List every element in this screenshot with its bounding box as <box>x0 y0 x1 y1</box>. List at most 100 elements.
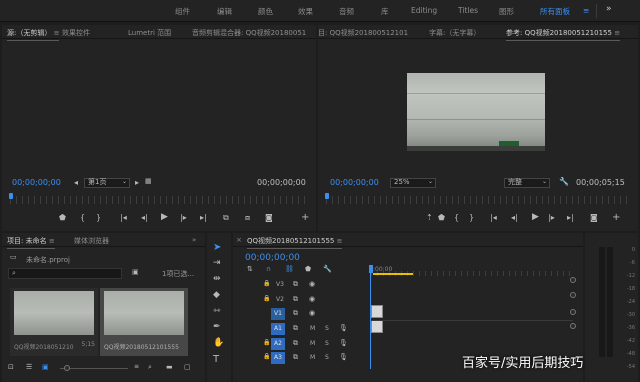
track-label-v3[interactable]: V3 <box>276 281 284 288</box>
mark-in-icon[interactable]: { <box>80 214 85 222</box>
type-tool-icon[interactable]: T <box>213 355 219 365</box>
source-timecode-current[interactable]: 00;00;00;00 <box>12 178 61 187</box>
sync-lock-icon[interactable]: ⧉ <box>293 310 298 317</box>
quality-select[interactable]: 完整 ⌄ <box>504 178 550 188</box>
workspace-effects[interactable]: 效果 <box>298 6 313 17</box>
sync-lock-icon[interactable]: ⧉ <box>293 340 298 347</box>
pen-tool-icon[interactable]: ✒ <box>213 323 221 332</box>
program-timecode-current[interactable]: 00;00;00;00 <box>330 178 379 187</box>
workspace-overflow-icon[interactable]: » <box>606 4 612 14</box>
insert-icon[interactable]: ⧉ <box>223 214 229 222</box>
razor-tool-icon[interactable]: ◆ <box>213 291 220 300</box>
eye-icon[interactable]: ◉ <box>309 281 315 288</box>
next-page-icon[interactable]: ▸ <box>135 179 139 187</box>
project-tabs-overflow-icon[interactable]: » <box>192 236 196 244</box>
track-label-a2[interactable]: A2 <box>271 338 285 350</box>
mute-button[interactable]: M <box>310 354 315 361</box>
zoom-slider[interactable] <box>60 368 128 369</box>
search-icon[interactable]: ⌕ <box>148 364 152 371</box>
add-marker-icon[interactable]: ⬟ <box>59 214 66 222</box>
go-to-in-icon[interactable]: |◂ <box>490 214 497 222</box>
source-patch-a1[interactable]: A1 <box>271 323 285 335</box>
tab-program[interactable]: 目: QQ视频20180051210155 <box>318 28 408 38</box>
new-item-icon[interactable]: ▢ <box>184 364 191 371</box>
solo-button[interactable]: S <box>325 340 329 347</box>
track-label-v2[interactable]: V2 <box>276 296 284 303</box>
sync-lock-icon[interactable]: ⧉ <box>293 281 298 288</box>
lock-icon[interactable]: 🔒 <box>263 354 270 360</box>
selection-tool-icon[interactable]: ➤ <box>213 243 221 253</box>
lock-icon[interactable]: 🔒 <box>263 296 270 302</box>
add-marker-icon[interactable]: ⬟ <box>438 214 445 222</box>
zoom-slider-handle[interactable] <box>64 365 70 371</box>
step-forward-icon[interactable]: |▸ <box>180 214 187 222</box>
sync-lock-icon[interactable]: ⧉ <box>293 296 298 303</box>
timeline-audio-clip[interactable] <box>371 320 383 333</box>
workspace-color[interactable]: 颜色 <box>258 6 273 17</box>
microphone-icon[interactable]: 🎙 <box>339 325 348 332</box>
project-clip-1[interactable]: QQ视频20180512101... 5;15 <box>10 288 98 356</box>
mute-button[interactable]: M <box>310 340 315 347</box>
workspace-audio[interactable]: 音频 <box>339 6 354 17</box>
mark-out-icon[interactable]: } <box>469 214 474 222</box>
eye-icon[interactable]: ◉ <box>309 310 315 317</box>
microphone-icon[interactable]: 🎙 <box>339 340 348 347</box>
add-marker-icon[interactable]: ⬟ <box>305 266 311 273</box>
mute-button[interactable]: M <box>310 325 315 332</box>
magnet-icon[interactable]: ∩ <box>266 266 271 273</box>
timeline-playhead-handle[interactable] <box>369 265 373 273</box>
track-select-tool-icon[interactable]: ⇥ <box>213 259 221 268</box>
step-forward-icon[interactable]: |▸ <box>548 214 555 222</box>
tab-captions[interactable]: 字幕:（无字幕） <box>429 28 480 38</box>
tab-source[interactable]: 源:（无剪辑） ≡ <box>7 28 60 41</box>
lift-icon[interactable]: ⇡ <box>426 214 433 222</box>
step-back-icon[interactable]: ◂| <box>511 214 518 222</box>
workspace-editing[interactable]: Editing <box>411 6 437 15</box>
wrench-icon[interactable]: 🔧 <box>323 266 332 273</box>
source-playhead[interactable] <box>9 193 13 199</box>
microphone-icon[interactable]: 🎙 <box>339 354 348 361</box>
tab-lumetri-scopes[interactable]: Lumetri 范围 <box>128 28 171 38</box>
timeline-video-clip[interactable] <box>371 305 383 318</box>
icon-view-icon[interactable]: ▣ <box>42 364 49 371</box>
timeline-scroll-handle[interactable] <box>570 292 576 298</box>
page-select[interactable]: 第1页 ⌄ <box>84 178 130 188</box>
lock-icon[interactable]: 🔒 <box>263 340 270 346</box>
mark-out-icon[interactable]: } <box>96 214 101 222</box>
timeline-scroll-handle[interactable] <box>570 277 576 283</box>
track-label-a3[interactable]: A3 <box>271 352 285 364</box>
new-bin-icon[interactable]: ▣ <box>132 269 139 276</box>
ripple-edit-tool-icon[interactable]: ⇹ <box>213 275 221 284</box>
export-frame-icon[interactable]: ◙ <box>590 214 598 222</box>
workspace-assembly[interactable]: 组件 <box>175 6 190 17</box>
workspace-menu-icon[interactable]: ≡ <box>583 6 589 15</box>
hand-tool-icon[interactable]: ✋ <box>213 339 224 348</box>
workspace-all-panels[interactable]: 所有面板 <box>540 6 570 17</box>
zoom-select[interactable]: 25% ⌄ <box>390 178 436 188</box>
tab-audio-clip-mixer[interactable]: 音频剪辑混合器: QQ视频20180051 <box>192 28 316 38</box>
overwrite-icon[interactable]: ⧈ <box>245 214 250 222</box>
program-time-ruler[interactable] <box>326 196 630 204</box>
workspace-graphics[interactable]: 图形 <box>499 6 514 17</box>
eye-icon[interactable]: ◉ <box>309 296 315 303</box>
list-view-icon[interactable]: ☰ <box>26 364 32 371</box>
workspace-libraries[interactable]: 库 <box>381 6 389 17</box>
work-area-bar[interactable] <box>373 273 413 275</box>
go-to-out-icon[interactable]: ▸| <box>200 214 207 222</box>
settings-grid-icon[interactable]: ▦ <box>145 178 152 185</box>
tab-sequence[interactable]: QQ视频20180512101555 ≡ <box>247 236 343 249</box>
play-icon[interactable]: ▶ <box>161 213 168 222</box>
timeline-scroll-handle[interactable] <box>570 323 576 329</box>
add-button-icon[interactable]: + <box>301 213 309 223</box>
workspace-editing-cn[interactable]: 编辑 <box>217 6 232 17</box>
linked-selection-icon[interactable]: ⛓ <box>285 266 294 273</box>
wrench-icon[interactable]: 🔧 <box>559 178 569 186</box>
prev-page-icon[interactable]: ◂ <box>74 179 78 187</box>
tab-media-browser[interactable]: 媒体浏览器 <box>74 236 109 246</box>
export-frame-icon[interactable]: ◙ <box>265 214 273 222</box>
sync-lock-icon[interactable]: ⧉ <box>293 354 298 361</box>
timeline-timecode[interactable]: 00;00;00;00 <box>245 253 300 263</box>
project-search-input[interactable]: ⌕ <box>8 268 122 279</box>
project-clip-2[interactable]: QQ视频20180512101555 <box>100 288 188 356</box>
close-icon[interactable]: × <box>236 236 242 244</box>
